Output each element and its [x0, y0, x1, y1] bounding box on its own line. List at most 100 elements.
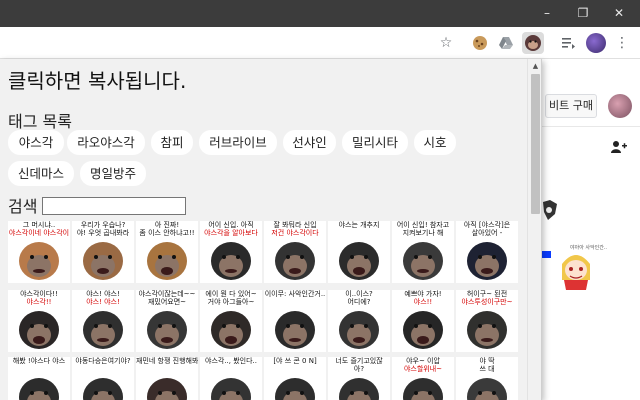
- reading-list-icon[interactable]: [558, 33, 578, 53]
- tag-button[interactable]: 명일방주: [80, 161, 146, 186]
- window-titlebar: – ❐ ✕: [0, 0, 640, 27]
- extension-popup: 클릭하면 복사됩니다. 태그 목록 야스각 라오야스각 참피 러브라이브 선샤인…: [0, 59, 542, 400]
- divider: [530, 126, 640, 127]
- meme-caption: 잘 봐둬라 신입: [273, 221, 317, 229]
- meme-thumbnail[interactable]: 이이무: 사악인간거..: [264, 290, 326, 352]
- meme-caption: 허이구~ 된전: [466, 290, 508, 298]
- scroll-thumb[interactable]: [531, 74, 540, 214]
- meme-thumbnail[interactable]: 야스는 개추지: [328, 221, 390, 283]
- tag-button[interactable]: 참피: [151, 130, 193, 155]
- page-title: 클릭하면 복사됩니다.: [8, 69, 187, 93]
- meme-caption: 아 진짜!: [154, 221, 180, 229]
- meme-thumbnail[interactable]: 너도 즐기고있잖 아?: [328, 357, 390, 400]
- meme-caption: 야스각이잖는데~~: [138, 290, 196, 298]
- menu-icon[interactable]: ⋮: [612, 33, 632, 53]
- meme-thumbnail[interactable]: [야 쓰 콘 0 N]: [264, 357, 326, 400]
- chimp-image: [147, 311, 187, 349]
- tags-heading: 태그 목록: [8, 112, 72, 131]
- meme-caption: 재민네 항쟁 진행해봐: [136, 357, 198, 365]
- meme-caption: 어이 신입. 아직: [208, 221, 254, 229]
- blue-marker: [542, 251, 551, 258]
- tag-button[interactable]: 신데마스: [8, 161, 74, 186]
- chimp-image: [339, 378, 379, 400]
- tag-button[interactable]: 선샤인: [283, 130, 336, 155]
- avatar[interactable]: [608, 94, 632, 118]
- chimp-image: [403, 242, 443, 280]
- meme-thumbnail[interactable]: 야스각.., 봤인다..: [200, 357, 262, 400]
- meme-caption: 야 딱: [479, 357, 495, 365]
- meme-caption: 해봤 !야스다 야스: [12, 357, 66, 365]
- meme-thumbnail[interactable]: 우리가 우습나? 야! 우엇 곱내봐라: [72, 221, 134, 283]
- chimp-image: [275, 378, 315, 400]
- search-input[interactable]: [42, 197, 186, 215]
- meme-caption: 에이 뭔 다 있어~: [205, 290, 257, 298]
- chimp-image: [19, 242, 59, 280]
- drive-extension-icon[interactable]: [496, 33, 516, 53]
- meme-thumbnail[interactable]: 허이구~ 된전 야스투성이구만~: [456, 290, 518, 352]
- anime-character-image: [562, 255, 590, 290]
- tag-button[interactable]: 라오야스각: [67, 130, 145, 155]
- meme-thumbnail[interactable]: 해봤 !야스다 야스: [8, 357, 70, 400]
- meme-caption: 야스! 야스!: [86, 290, 120, 298]
- meme-caption: 야스는 개추지: [338, 221, 380, 229]
- cookie-extension-icon[interactable]: [470, 33, 490, 53]
- restore-icon[interactable]: ❐: [568, 0, 598, 27]
- search-label: 검색: [8, 197, 38, 216]
- meme-thumbnail[interactable]: 아직 [야스각]은 살아있어 -: [456, 221, 518, 283]
- tag-button[interactable]: 시호: [414, 130, 456, 155]
- meme-caption: 예쁘야 가자!: [404, 290, 442, 298]
- chimp-image: [19, 311, 59, 349]
- chimp-image: [467, 242, 507, 280]
- bookmark-star-icon[interactable]: ☆: [436, 33, 456, 53]
- tag-button[interactable]: 러브라이브: [199, 130, 277, 155]
- chimp-image: [83, 311, 123, 349]
- meme-thumbnail[interactable]: 아 진짜! 좀 이스 안하냐고!!: [136, 221, 198, 283]
- buy-button[interactable]: 비트 구매: [545, 94, 597, 118]
- chimp-image: [467, 378, 507, 400]
- meme-thumbnail[interactable]: 야스각이잖는데~~ 재밌어요면~: [136, 290, 198, 352]
- chimp-extension-icon[interactable]: [522, 32, 544, 54]
- tag-button[interactable]: 야스각: [8, 130, 64, 155]
- scrollbar[interactable]: ▲: [527, 59, 541, 400]
- chimp-image: [19, 378, 59, 400]
- chimp-image: [339, 242, 379, 280]
- meme-caption: 너도 즐기고있잖: [335, 357, 383, 365]
- meme-thumbnail[interactable]: 잘 봐둬라 신입 저건 야스각이다: [264, 221, 326, 283]
- chimp-image: [211, 242, 251, 280]
- profile-avatar-icon[interactable]: [586, 33, 606, 53]
- tag-button[interactable]: 밀리시타: [342, 130, 408, 155]
- close-icon[interactable]: ✕: [604, 0, 634, 27]
- minimize-icon[interactable]: –: [532, 0, 562, 27]
- meme-thumbnail[interactable]: 야우~ 이압 야스할위내~: [392, 357, 454, 400]
- meme-thumbnail[interactable]: 야 딱쓰 대: [456, 357, 518, 400]
- anime-sticker-image: [543, 200, 557, 220]
- chimp-image: [147, 378, 187, 400]
- meme-thumbnail[interactable]: 에이 뭔 다 있어~ 거야 아그들아~: [200, 290, 262, 352]
- meme-caption: 우리가 우습나?: [80, 221, 126, 229]
- meme-thumbnail[interactable]: 그 머시냐.. 야스각이네 야스각이: [8, 221, 70, 283]
- chimp-image: [403, 378, 443, 400]
- chimp-image: [83, 242, 123, 280]
- meme-caption: 그 머시냐..: [22, 221, 56, 229]
- meme-caption: 야동다승은여기야?: [75, 357, 131, 365]
- meme-caption: [야 쓰 콘 0 N]: [273, 357, 317, 365]
- chimp-image: [147, 242, 187, 280]
- chimp-image: [403, 311, 443, 349]
- meme-thumbnail[interactable]: 예쁘야 가자! 야스!!: [392, 290, 454, 352]
- meme-thumbnail[interactable]: 야스각이다!! 야스각!!: [8, 290, 70, 352]
- meme-caption: 이이무: 사악인간거..: [264, 290, 326, 298]
- meme-thumbnail[interactable]: 재민네 항쟁 진행해봐: [136, 357, 198, 400]
- person-add-icon[interactable]: [611, 140, 627, 158]
- meme-thumbnail[interactable]: 어이 신입. 아직 야스각을 알아보다: [200, 221, 262, 283]
- meme-caption: 아직 [야스각]은: [463, 221, 511, 229]
- meme-thumbnail[interactable]: 야스! 야스! 야스! 야스!: [72, 290, 134, 352]
- meme-thumbnail[interactable]: 야동다승은여기야?: [72, 357, 134, 400]
- meme-thumbnail[interactable]: 이..이스? 어디에?: [328, 290, 390, 352]
- scroll-up-icon[interactable]: ▲: [528, 59, 541, 73]
- chimp-image: [339, 311, 379, 349]
- chimp-image: [275, 242, 315, 280]
- browser-toolbar: ☆ ⋮: [0, 27, 640, 59]
- meme-thumbnail[interactable]: 어이 신입! 참자고 지켜보기나 해: [392, 221, 454, 283]
- meme-caption: 어이 신입! 참자고: [396, 221, 450, 229]
- screen: – ❐ ✕ ☆ ⋮ 비트 구매 야아아 사악인간.. 클릭하면 복사됩니다. 태…: [0, 0, 640, 400]
